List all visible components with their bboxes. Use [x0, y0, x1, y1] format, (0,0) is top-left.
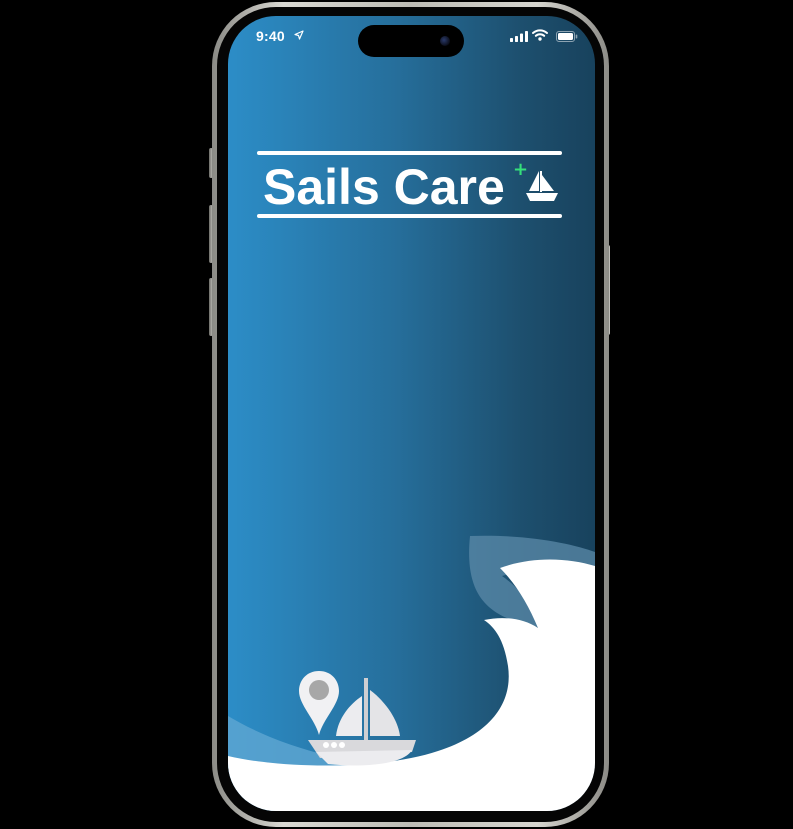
phone-mockup: 9:40 Sails Care +	[0, 0, 793, 829]
sailboat-illustration-icon	[308, 678, 416, 766]
location-arrow-icon	[294, 30, 304, 40]
status-bar: 9:40	[228, 16, 595, 60]
splash-screen: 9:40 Sails Care +	[228, 16, 595, 811]
app-logo: Sails Care +	[257, 151, 562, 221]
dynamic-island	[358, 25, 464, 57]
battery-icon	[556, 31, 578, 42]
logo-title: Sails Care	[263, 159, 505, 215]
signal-icon	[510, 31, 528, 42]
front-camera-icon	[440, 36, 450, 46]
logo-rule-top	[257, 151, 562, 155]
logo-rule-bottom	[257, 214, 562, 218]
status-time: 9:40	[256, 28, 285, 44]
sailboat-icon	[526, 171, 558, 201]
wifi-icon	[532, 29, 548, 41]
